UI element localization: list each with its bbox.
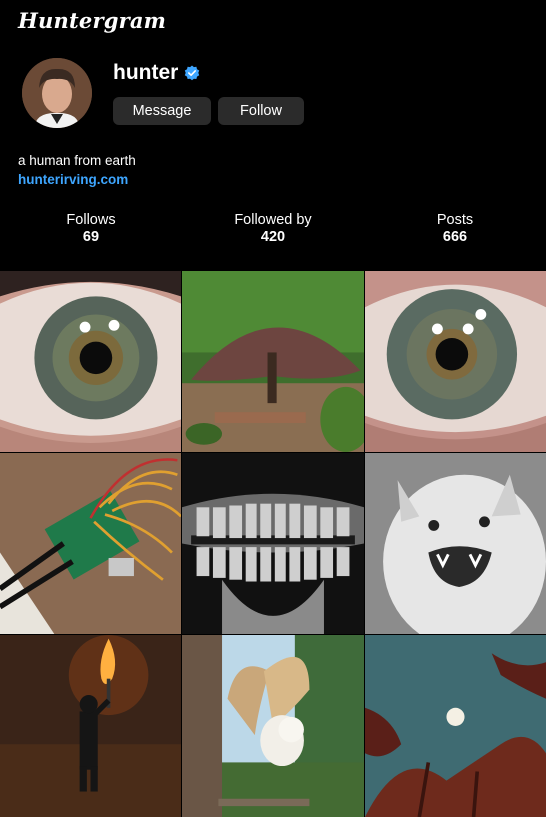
verified-badge-icon <box>185 65 200 81</box>
post-tile-raspberry-pi[interactable] <box>0 453 181 634</box>
post-tile-tree[interactable] <box>182 271 364 452</box>
stat-label: Follows <box>66 212 116 228</box>
username-row: hunter <box>113 61 200 85</box>
stat-label: Followed by <box>234 212 312 228</box>
post-tile-eye-2[interactable] <box>365 271 546 452</box>
stat-value: 420 <box>260 229 286 245</box>
bio-text: a human from earth <box>18 153 136 168</box>
circuit-photo <box>0 453 181 634</box>
stat-label: Posts <box>436 212 474 228</box>
stat-value: 666 <box>442 229 468 245</box>
follow-button[interactable]: Follow <box>218 97 304 125</box>
dog-photo <box>365 453 546 634</box>
torch-photo <box>0 635 181 817</box>
eye-photo <box>0 271 181 452</box>
posts-grid <box>0 271 546 817</box>
post-tile-owl[interactable] <box>182 635 364 817</box>
moon-photo <box>365 635 546 817</box>
eye-photo <box>365 271 546 452</box>
post-tile-moon[interactable] <box>365 635 546 817</box>
post-tile-eye-1[interactable] <box>0 271 181 452</box>
xray-photo <box>182 453 364 634</box>
username: hunter <box>113 61 179 84</box>
tree-photo <box>182 271 364 452</box>
post-tile-dog[interactable] <box>365 453 546 634</box>
post-tile-torch[interactable] <box>0 635 181 817</box>
stat-followed-by[interactable]: Followed by 420 <box>198 212 348 245</box>
post-tile-xray[interactable] <box>182 453 364 634</box>
stat-follows[interactable]: Follows 69 <box>16 212 166 245</box>
profile-link[interactable]: hunterirving.com <box>18 172 128 187</box>
avatar-image <box>22 58 92 128</box>
owl-photo <box>182 635 364 817</box>
stat-value: 69 <box>82 229 100 245</box>
message-button[interactable]: Message <box>113 97 211 125</box>
avatar[interactable] <box>22 58 92 128</box>
stat-posts[interactable]: Posts 666 <box>380 212 530 245</box>
app-logo[interactable]: Huntergram <box>18 8 166 33</box>
